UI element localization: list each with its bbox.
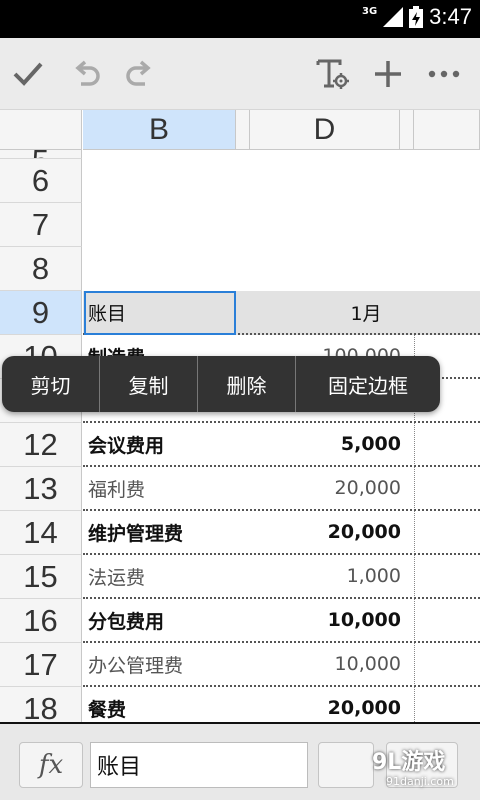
context-menu: 剪切 复制 删除 固定边框 bbox=[2, 356, 440, 412]
row-header-14[interactable]: 14 bbox=[0, 511, 82, 555]
row-header-16[interactable]: 16 bbox=[0, 599, 82, 643]
status-right: 3G 3:47 bbox=[362, 4, 472, 30]
redo-button[interactable] bbox=[114, 38, 166, 110]
cell-d16[interactable]: 10,000 bbox=[235, 599, 401, 641]
delete-menu-item[interactable]: 删除 bbox=[198, 356, 296, 412]
signal-icon bbox=[383, 7, 404, 27]
cell-d14[interactable]: 20,000 bbox=[235, 511, 401, 553]
row-header-7[interactable]: 7 bbox=[0, 203, 82, 247]
cell-b16[interactable]: 分包费用 bbox=[83, 599, 235, 641]
formula-side-button[interactable] bbox=[318, 742, 374, 788]
undo-button[interactable] bbox=[60, 38, 112, 110]
table-row[interactable]: 福利费 20,000 bbox=[83, 467, 480, 511]
cell-d12[interactable]: 5,000 bbox=[235, 423, 401, 465]
cell-b17[interactable]: 办公管理费 bbox=[83, 643, 235, 685]
cell-selection-box bbox=[84, 291, 236, 335]
format-button[interactable] bbox=[306, 38, 358, 110]
status-bar: 3G 3:47 bbox=[0, 0, 480, 38]
more-button[interactable] bbox=[418, 38, 470, 110]
fx-icon: fx bbox=[38, 750, 64, 780]
cell-d18[interactable]: 20,000 bbox=[235, 687, 401, 722]
cell-d15[interactable]: 1,000 bbox=[235, 555, 401, 597]
cell-b12[interactable]: 会议费用 bbox=[83, 423, 235, 465]
toolbar bbox=[0, 38, 480, 110]
row-header-17[interactable]: 17 bbox=[0, 643, 82, 687]
clock: 3:47 bbox=[429, 4, 472, 29]
column-header-b[interactable]: B bbox=[83, 110, 236, 150]
watermark-main: 9L游戏 bbox=[372, 750, 446, 775]
freeze-panes-menu-item[interactable]: 固定边框 bbox=[296, 356, 440, 412]
function-button[interactable]: fx bbox=[19, 742, 83, 788]
spreadsheet-grid[interactable]: B D 5 6 7 8 9 10 11 12 13 14 15 16 17 18… bbox=[0, 110, 480, 722]
column-header-e[interactable] bbox=[400, 110, 414, 150]
cell-b15[interactable]: 法运费 bbox=[83, 555, 235, 597]
row-header-13[interactable]: 13 bbox=[0, 467, 82, 511]
cell-d9[interactable]: 1月 bbox=[235, 291, 480, 333]
cell-b14[interactable]: 维护管理费 bbox=[83, 511, 235, 553]
row-header-8[interactable]: 8 bbox=[0, 247, 82, 291]
formula-input[interactable]: 账目 bbox=[90, 742, 308, 788]
cell-d17[interactable]: 10,000 bbox=[235, 643, 401, 685]
redo-icon bbox=[126, 60, 151, 86]
row-header-6[interactable]: 6 bbox=[0, 159, 82, 203]
network-type: 3G bbox=[362, 5, 378, 17]
check-icon bbox=[13, 62, 43, 86]
insert-button[interactable] bbox=[362, 38, 414, 110]
table-row[interactable]: 餐费 20,000 bbox=[83, 687, 480, 722]
row-header-5-partial[interactable]: 5 bbox=[0, 150, 82, 159]
cell-b18[interactable]: 餐费 bbox=[83, 687, 235, 722]
text-format-icon bbox=[316, 59, 349, 89]
cell-d13[interactable]: 20,000 bbox=[235, 467, 401, 509]
cut-menu-item[interactable]: 剪切 bbox=[2, 356, 100, 412]
watermark-logo: 9L游戏 91danji.com bbox=[372, 750, 480, 788]
cell-b13[interactable]: 福利费 bbox=[83, 467, 235, 509]
plus-icon bbox=[375, 61, 401, 87]
table-row[interactable]: 分包费用 10,000 bbox=[83, 599, 480, 643]
row-header-9[interactable]: 9 bbox=[0, 291, 82, 335]
watermark-sub: 91danji.com bbox=[386, 775, 454, 788]
column-header-f[interactable] bbox=[414, 110, 480, 150]
table-row[interactable]: 会议费用 5,000 bbox=[83, 423, 480, 467]
row-number: 5 bbox=[32, 150, 49, 158]
confirm-button[interactable] bbox=[2, 38, 54, 110]
column-header-c[interactable] bbox=[236, 110, 250, 150]
row-header-12[interactable]: 12 bbox=[0, 423, 82, 467]
grid-corner[interactable] bbox=[0, 110, 82, 150]
formula-bar: fx 账目 9L游戏 91danji.com bbox=[0, 722, 480, 800]
table-row[interactable]: 法运费 1,000 bbox=[83, 555, 480, 599]
column-header-d[interactable]: D bbox=[250, 110, 400, 150]
row-header-15[interactable]: 15 bbox=[0, 555, 82, 599]
row-header-18[interactable]: 18 bbox=[0, 687, 82, 722]
battery-icon bbox=[409, 6, 424, 28]
table-row[interactable]: 办公管理费 10,000 bbox=[83, 643, 480, 687]
more-icon bbox=[428, 70, 460, 78]
copy-menu-item[interactable]: 复制 bbox=[100, 356, 198, 412]
undo-icon bbox=[75, 60, 100, 86]
table-row[interactable]: 维护管理费 20,000 bbox=[83, 511, 480, 555]
